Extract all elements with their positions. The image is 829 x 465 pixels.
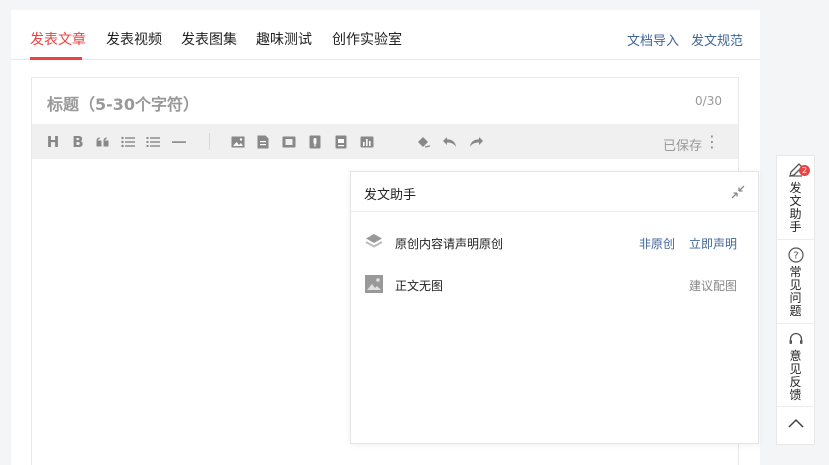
audio-icon[interactable] [306,133,324,151]
image-placeholder-icon [364,274,384,294]
chart-icon[interactable] [358,133,376,151]
rail-label: 常见问题 [789,265,802,318]
tab-video[interactable]: 发表视频 [106,29,162,49]
collapse-icon[interactable] [730,184,746,200]
import-document-link[interactable]: 文档导入 [627,30,679,49]
assistant-item-label: 正文无图 [395,279,444,293]
publishing-assistant-panel: 发文助手 原创内容请声明原创 非原创 立即声明 正文无图 建议配图 [350,171,759,444]
rail-label: 发文助手 [789,181,802,234]
svg-text:?: ? [793,251,798,262]
publish-tabs: 发表文章 发表视频 发表图集 趣味测试 创作实验室 文档导入 发文规范 [11,10,760,60]
publishing-rules-link[interactable]: 发文规范 [691,30,743,49]
tab-quiz[interactable]: 趣味测试 [256,29,312,49]
assistant-item-no-image: 正文无图 建议配图 [351,272,758,298]
editor-toolbar: H B 已保存 ⋮ [32,124,738,159]
not-original-link[interactable]: 非原创 [639,235,675,252]
assistant-item-label: 原创内容请声明原创 [395,237,504,251]
undo-icon[interactable] [441,133,459,151]
image-icon[interactable] [229,133,247,151]
rail-feedback[interactable]: 意见反馈 [777,331,814,402]
numbered-list-icon[interactable] [144,133,162,151]
right-side-rail: 2 发文助手 ? 常见问题 意见反馈 [776,155,815,445]
rail-divider [777,239,814,240]
chevron-up-icon [787,418,804,428]
layers-icon [364,232,384,252]
document-icon[interactable] [254,133,272,151]
toolbar-separator [209,133,210,150]
video-icon[interactable] [280,133,298,151]
title-input[interactable]: 标题（5-30个字符） 0/30 [32,78,738,124]
quote-icon[interactable] [94,133,112,151]
headset-icon [789,332,802,344]
divider-icon[interactable] [170,133,188,151]
tab-creator-lab[interactable]: 创作实验室 [332,29,402,49]
clear-format-icon[interactable] [415,133,433,151]
active-tab-indicator [30,57,82,60]
notification-badge: 2 [799,165,810,176]
tab-gallery[interactable]: 发表图集 [181,29,237,49]
declare-original-link[interactable]: 立即声明 [689,235,737,252]
assistant-header: 发文助手 [351,172,758,212]
back-to-top-button[interactable] [777,418,814,428]
bold-icon[interactable]: B [69,133,87,151]
assistant-item-original: 原创内容请声明原创 非原创 立即声明 [351,230,758,256]
rail-faq[interactable]: ? 常见问题 [777,247,814,318]
suggest-image-link[interactable]: 建议配图 [689,277,737,294]
question-icon: ? [787,247,804,263]
heading-icon[interactable]: H [44,133,62,151]
title-placeholder: 标题（5-30个字符） [47,95,200,114]
title-char-count: 0/30 [695,94,722,108]
save-status: 已保存 [662,139,702,154]
redo-icon[interactable] [467,133,485,151]
bullet-list-icon[interactable] [119,133,137,151]
rail-publishing-assistant[interactable]: 2 发文助手 [777,161,814,234]
rail-divider [777,406,814,407]
assistant-title: 发文助手 [364,188,417,203]
tab-article[interactable]: 发表文章 [30,29,86,49]
rail-divider [777,323,814,324]
rail-label: 意见反馈 [789,349,802,402]
card-icon[interactable] [332,133,350,151]
more-icon[interactable]: ⋮ [704,132,720,151]
